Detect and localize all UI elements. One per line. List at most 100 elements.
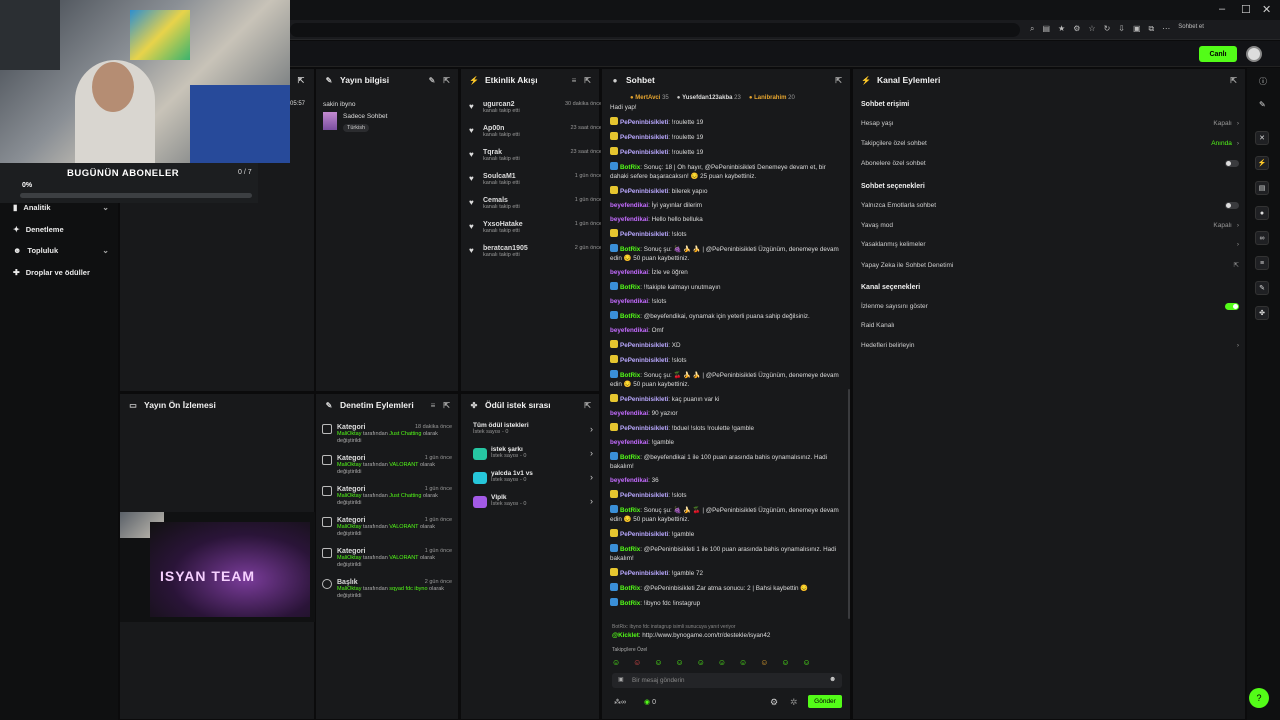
address-bar[interactable] bbox=[290, 23, 1020, 37]
downloads-icon[interactable]: ⇩ bbox=[1118, 24, 1125, 34]
chat-input[interactable]: ▣ Bir mesaj gönderin ☻ bbox=[612, 673, 842, 688]
rail-close-icon[interactable]: ✕ bbox=[1255, 131, 1269, 145]
chat-username[interactable]: PePeninbisikleti bbox=[620, 396, 668, 403]
popout-icon[interactable]: ⇱ bbox=[584, 76, 591, 85]
reward-item[interactable]: yalcda 1v1 vs İstek sayısı - 0 › bbox=[473, 470, 593, 484]
popout-icon[interactable]: ⇱ bbox=[835, 76, 842, 85]
top-gifter[interactable]: ● Yusefdan123akba 23 bbox=[677, 95, 741, 101]
settings-gear-icon[interactable]: ⚙ bbox=[770, 697, 778, 708]
minimize-button[interactable]: – bbox=[1219, 3, 1225, 15]
connections-icon[interactable]: ⁂∞ bbox=[614, 698, 626, 706]
chat-username[interactable]: BotRix bbox=[620, 372, 640, 379]
chat-username[interactable]: PePeninbisikleti bbox=[620, 342, 668, 349]
rail-document-icon[interactable]: ▤ bbox=[1255, 181, 1269, 195]
emote-icon[interactable]: ☺ bbox=[739, 658, 747, 667]
emote-only-toggle[interactable] bbox=[1225, 202, 1239, 209]
chat-username[interactable]: PePeninbisikleti bbox=[620, 149, 668, 156]
emote-icon[interactable]: ☺ bbox=[697, 658, 705, 667]
screenshot-icon[interactable]: ▣ bbox=[1133, 24, 1141, 34]
top-gifter[interactable]: ● Lanibrahim 20 bbox=[749, 95, 795, 101]
reward-item[interactable]: Vlplk İstek sayısı - 0 › bbox=[473, 494, 593, 508]
sidebar-item-denetleme[interactable]: ✦ Denetleme bbox=[13, 225, 109, 234]
filter-icon[interactable]: ≡ bbox=[572, 76, 577, 85]
subs-only-toggle[interactable] bbox=[1225, 160, 1239, 167]
chat-username[interactable]: BotRix bbox=[620, 454, 640, 461]
emote-icon[interactable]: ☺ bbox=[718, 658, 726, 667]
preview-video[interactable]: ISYAN TEAM bbox=[120, 512, 316, 622]
rail-wrench-icon[interactable]: ✎ bbox=[1255, 281, 1269, 295]
popout-icon[interactable]: ⇱ bbox=[1230, 76, 1237, 85]
chat-username[interactable]: BotRix bbox=[620, 585, 640, 592]
top-gifter[interactable]: ● MertAvci 35 bbox=[630, 95, 669, 101]
chat-username[interactable]: beyefendikai bbox=[610, 216, 648, 223]
chat-username[interactable]: PePeninbisikleti bbox=[620, 425, 668, 432]
chat-username[interactable]: PePeninbisikleti bbox=[620, 188, 668, 195]
popout-icon[interactable]: ⇱ bbox=[296, 76, 306, 85]
chat-username[interactable]: beyefendikai bbox=[610, 202, 648, 209]
chat-username[interactable]: BotRix bbox=[620, 164, 640, 171]
emote-icon[interactable]: ☺ bbox=[654, 658, 662, 667]
mod-tools-icon[interactable]: ✲ bbox=[790, 697, 798, 708]
popout-icon[interactable]: ⇱ bbox=[584, 401, 591, 410]
channel-points[interactable]: ◉ 0 bbox=[644, 698, 656, 706]
emote-icon[interactable]: ☺ bbox=[612, 658, 620, 667]
chat-username[interactable]: PePeninbisikleti bbox=[620, 119, 668, 126]
setting-account-age[interactable]: Hesap yaşı Kapalı › bbox=[861, 120, 1239, 127]
pencil-icon[interactable]: ✎ bbox=[1259, 100, 1266, 109]
go-live-button[interactable]: Canlı bbox=[1199, 46, 1237, 62]
chat-username[interactable]: PePeninbisikleti bbox=[620, 134, 668, 141]
emote-icon[interactable]: ☺ bbox=[760, 658, 768, 667]
chat-username[interactable]: beyefendikai bbox=[610, 327, 648, 334]
emote-icon[interactable]: ☺ bbox=[676, 658, 684, 667]
chat-username[interactable]: BotRix bbox=[620, 246, 640, 253]
more-icon[interactable]: ⋯ bbox=[1162, 24, 1170, 34]
chat-username[interactable]: beyefendikai bbox=[610, 269, 648, 276]
edit-icon[interactable]: ✎ bbox=[429, 76, 436, 85]
chat-username[interactable]: PePeninbisikleti bbox=[620, 231, 668, 238]
collections-icon[interactable]: ☆ bbox=[1088, 24, 1095, 34]
chat-username[interactable]: PePeninbisikleti bbox=[620, 357, 668, 364]
sidebar-item-analitik[interactable]: ▮ Analitik ⌄ bbox=[13, 203, 109, 212]
reader-icon[interactable]: ▤ bbox=[1042, 24, 1050, 34]
history-icon[interactable]: ↻ bbox=[1104, 24, 1111, 34]
chat-username[interactable]: BotRix bbox=[620, 313, 640, 320]
profile-label[interactable]: Sohbet et bbox=[1178, 24, 1204, 34]
setting-slow-mode[interactable]: Yavaş mod Kapalı › bbox=[861, 222, 1239, 229]
support-chat-icon[interactable]: ? bbox=[1249, 688, 1269, 708]
chat-username[interactable]: BotRix bbox=[620, 600, 640, 607]
setting-followers-only[interactable]: Takipçilere özel sohbet Anında › bbox=[861, 140, 1239, 147]
viewer-count-toggle[interactable] bbox=[1225, 303, 1239, 310]
popout-icon[interactable]: ⇱ bbox=[443, 76, 450, 85]
extension-icon[interactable]: ⚙ bbox=[1073, 24, 1080, 34]
chat-username[interactable]: beyefendikai bbox=[610, 439, 648, 446]
popout-icon[interactable]: ⇱ bbox=[443, 401, 450, 410]
sidebar-item-droplar[interactable]: ✚ Droplar ve ödüller bbox=[13, 268, 109, 277]
rail-reward-icon[interactable]: ✤ bbox=[1255, 306, 1269, 320]
rail-lightning-icon[interactable]: ⚡ bbox=[1255, 156, 1269, 170]
setting-ai-moderation[interactable]: Yapay Zeka ile Sohbet Denetimi ⇱ bbox=[861, 261, 1239, 270]
send-button[interactable]: Gönder bbox=[808, 695, 842, 708]
close-button[interactable]: ✕ bbox=[1262, 3, 1271, 16]
chat-username[interactable]: BotRix bbox=[620, 507, 640, 514]
emoji-picker-icon[interactable]: ☻ bbox=[829, 676, 836, 683]
sidebar-item-topluluk[interactable]: ☻ Topluluk ⌄ bbox=[13, 246, 109, 255]
chat-username[interactable]: beyefendikai bbox=[610, 477, 648, 484]
chat-scrollbar[interactable] bbox=[848, 389, 850, 619]
info-icon[interactable]: ⓘ bbox=[1259, 76, 1267, 87]
reward-item-all[interactable]: Tüm ödül istekleri İstek sayısı - 0 › bbox=[473, 422, 593, 435]
zoom-icon[interactable]: ⌕ bbox=[1030, 24, 1034, 34]
user-avatar[interactable] bbox=[1246, 46, 1262, 62]
filter-icon[interactable]: ≡ bbox=[431, 401, 436, 410]
favorite-icon[interactable]: ★ bbox=[1058, 24, 1065, 34]
maximize-button[interactable]: ☐ bbox=[1241, 3, 1251, 16]
rail-chat-icon[interactable]: ● bbox=[1255, 206, 1269, 220]
chat-username[interactable]: beyefendikai bbox=[610, 410, 648, 417]
setting-raid[interactable]: Raid Kanalı bbox=[861, 322, 1239, 329]
emote-icon[interactable]: ☺ bbox=[803, 658, 811, 667]
chat-username[interactable]: PePeninbisikleti bbox=[620, 492, 668, 499]
chat-username[interactable]: PePeninbisikleti bbox=[620, 570, 668, 577]
chat-username[interactable]: BotRix bbox=[620, 284, 640, 291]
emote-icon[interactable]: ☺ bbox=[781, 658, 789, 667]
chat-username[interactable]: BotRix bbox=[620, 546, 640, 553]
reward-item[interactable]: istek şarkı İstek sayısı - 0 › bbox=[473, 446, 593, 460]
